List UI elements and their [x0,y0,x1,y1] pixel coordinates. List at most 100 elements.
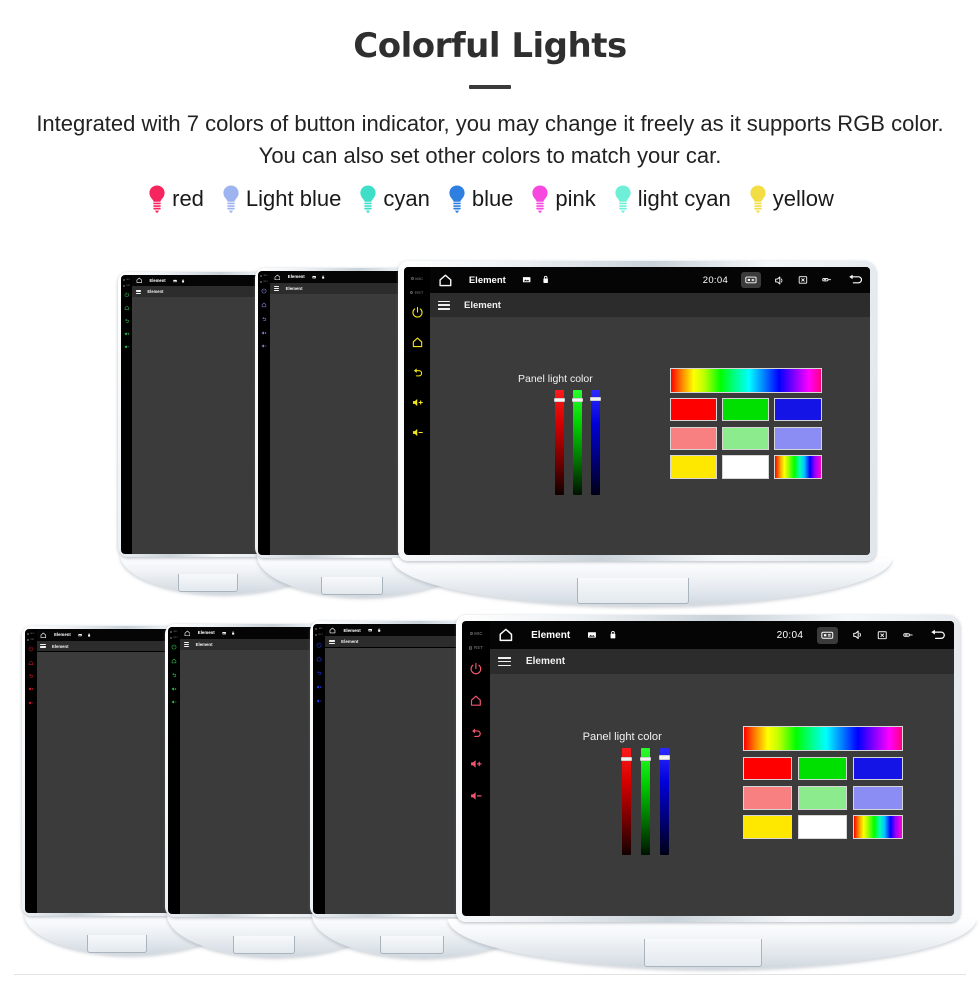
volume-down-button[interactable] [469,789,483,803]
power-button[interactable] [261,288,267,294]
swatch-blue[interactable] [852,756,903,781]
screen-capture-icon[interactable] [741,272,761,288]
volume-up-button[interactable] [28,686,34,692]
hamburger-menu-icon[interactable] [328,639,335,644]
power-button[interactable] [411,306,424,319]
volume-up-button[interactable] [411,396,424,409]
image-icon[interactable] [368,628,373,632]
rst-indicator[interactable]: RST [315,634,323,637]
home-icon[interactable] [136,277,143,284]
back-arrow-icon[interactable] [848,273,865,286]
volume-down-button[interactable] [411,426,424,439]
close-box-icon[interactable] [798,275,808,285]
rst-indicator[interactable]: RST [410,290,423,295]
swatch-green[interactable] [797,756,848,781]
slider-thumb[interactable] [590,396,601,402]
swatch-rainbow[interactable] [852,815,903,840]
home-button[interactable] [171,658,177,664]
hamburger-menu-icon[interactable] [40,644,46,649]
volume-up-button[interactable] [469,757,483,771]
home-button[interactable] [316,656,322,662]
home-icon[interactable] [40,632,47,639]
speaker-mute-icon[interactable] [774,275,785,286]
lock-icon[interactable] [181,279,185,283]
home-button[interactable] [124,305,130,311]
volume-up-button[interactable] [261,330,267,336]
image-icon[interactable] [173,279,177,283]
hamburger-menu-icon[interactable] [273,286,280,291]
power-button[interactable] [28,646,34,652]
slider-thumb[interactable] [554,398,565,403]
swatch-periwinkle[interactable] [852,785,903,810]
slider-thumb[interactable] [621,756,633,761]
green-channel-slider[interactable] [572,389,583,496]
swatch-salmon[interactable] [669,426,717,450]
slider-thumb[interactable] [640,756,652,761]
spectrum-bar[interactable] [742,726,903,752]
back-button[interactable] [28,673,34,679]
lock-icon[interactable] [608,630,618,640]
rst-indicator[interactable]: RST [122,284,131,287]
rst-indicator[interactable]: RST [26,639,35,642]
swatch-salmon[interactable] [742,785,793,810]
screen-capture-icon[interactable] [817,626,839,644]
red-channel-slider[interactable] [554,389,565,496]
volume-down-button[interactable] [171,699,177,705]
lock-icon[interactable] [377,628,381,632]
back-button[interactable] [124,318,130,324]
home-icon[interactable] [274,274,281,281]
swatch-white[interactable] [797,815,848,840]
back-button[interactable] [316,670,322,676]
green-channel-slider[interactable] [640,747,652,856]
swatch-green[interactable] [722,397,770,422]
lock-icon[interactable] [321,275,325,279]
rst-indicator[interactable]: RST [170,637,178,640]
hamburger-menu-icon[interactable] [135,289,142,294]
lock-icon[interactable] [231,631,235,635]
swatch-white[interactable] [722,455,770,479]
volume-down-button[interactable] [28,700,34,706]
power-button[interactable] [469,662,483,676]
lock-icon[interactable] [541,275,550,284]
swatch-yellow[interactable] [742,815,793,840]
back-button[interactable] [411,366,424,379]
blue-channel-slider[interactable] [659,747,671,856]
back-button[interactable] [261,316,267,322]
slider-thumb[interactable] [572,398,583,403]
volume-up-button[interactable] [316,684,322,690]
hamburger-menu-icon[interactable] [183,642,190,647]
image-icon[interactable] [312,275,316,279]
home-button[interactable] [261,302,267,308]
volume-down-button[interactable] [316,698,322,704]
home-icon[interactable] [184,630,191,637]
home-button[interactable] [411,336,424,349]
speaker-mute-icon[interactable] [852,629,864,641]
home-button[interactable] [28,660,34,666]
image-icon[interactable] [587,630,597,640]
volume-up-button[interactable] [171,686,177,692]
swatch-periwinkle[interactable] [774,426,822,450]
volume-up-button[interactable] [124,331,130,337]
swatch-red[interactable] [669,397,717,422]
blue-channel-slider[interactable] [590,389,601,496]
swatch-mint[interactable] [722,426,770,450]
home-icon[interactable] [329,627,336,634]
swatch-red[interactable] [742,756,793,781]
power-button[interactable] [171,644,177,650]
back-button[interactable] [469,726,483,740]
swatch-rainbow[interactable] [774,455,822,479]
image-icon[interactable] [78,633,82,637]
back-button[interactable] [171,672,177,678]
rst-indicator[interactable]: RST [260,281,268,284]
red-channel-slider[interactable] [621,747,633,856]
lock-icon[interactable] [87,633,91,637]
power-button[interactable] [316,642,322,648]
swatch-yellow[interactable] [669,455,717,479]
volume-down-button[interactable] [124,344,130,350]
image-icon[interactable] [522,275,531,284]
usb-cable-icon[interactable] [902,630,914,640]
rst-indicator[interactable]: RST [469,645,483,650]
spectrum-bar[interactable] [669,368,822,393]
close-box-icon[interactable] [877,630,887,640]
image-icon[interactable] [222,631,226,635]
